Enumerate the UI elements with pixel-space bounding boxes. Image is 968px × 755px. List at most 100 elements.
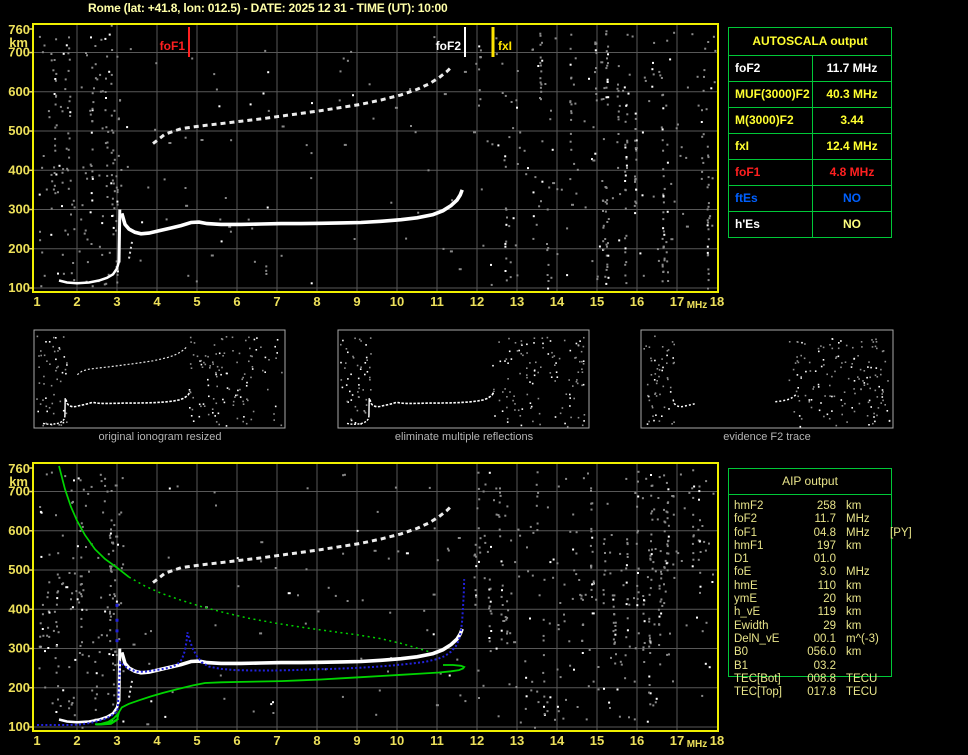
svg-text:1: 1	[33, 733, 40, 748]
grid	[33, 463, 718, 731]
svg-text:2: 2	[73, 294, 80, 309]
svg-text:10: 10	[390, 733, 404, 748]
aip-l: foE	[734, 566, 752, 579]
y-axis: 760700600500400300200100km	[8, 461, 33, 734]
top-ionogram: foF1 foF2 fxI760700600500400300200100km1 2 3…	[8, 22, 724, 311]
param-label: foF2	[729, 56, 813, 81]
foF2-marker-label: foF2	[436, 39, 462, 53]
svg-text:9: 9	[353, 733, 360, 748]
aip-v: 197	[816, 539, 836, 552]
aip-v: 20	[823, 593, 836, 606]
aip-u: TECU	[846, 672, 878, 685]
aip-v: 29	[823, 619, 836, 632]
aip-u: km	[846, 539, 862, 552]
scaled-trace-point	[115, 629, 119, 633]
svg-text:2: 2	[73, 733, 80, 748]
svg-text:6: 6	[233, 294, 240, 309]
param-value: 11.7 MHz	[826, 61, 878, 75]
aip-v: 258	[816, 500, 836, 512]
thumbnail-border	[33, 329, 286, 429]
table-row: MUF(3000)F2 40.3 MHz	[729, 82, 891, 108]
autoscala-output-panel: AUTOSCALA output foF2 11.7 MHz MUF(3000)…	[728, 27, 892, 238]
svg-text:7: 7	[273, 294, 280, 309]
aip-row: foF1 04.8 MHz [PY]	[734, 527, 914, 540]
param-label: MUF(3000)F2	[729, 82, 813, 107]
aip-l: hmE	[734, 579, 758, 592]
x-axis: 1 2 3 4 5 6 7 8 9 10 11 12 13 14 15 16 17 18MHz	[33, 294, 724, 311]
svg-text:4: 4	[153, 294, 161, 309]
svg-text:18: 18	[710, 733, 724, 748]
svg-text:3: 3	[113, 733, 120, 748]
svg-text:500: 500	[8, 123, 30, 138]
noise-speckle	[38, 24, 717, 290]
fxI-marker-label: fxI	[498, 39, 512, 53]
aip-l: TEC[Top]	[734, 686, 782, 699]
aip-row: ymE 20 km	[734, 593, 914, 606]
aip-u: km	[846, 606, 862, 619]
x-axis: 1 2 3 4 5 6 7 8 9 10 11 12 13 14 15 16 17 18MHz	[33, 733, 724, 750]
svg-text:km: km	[9, 35, 28, 50]
aip-row: hmF2 258 km	[734, 500, 914, 513]
svg-text:5: 5	[193, 733, 200, 748]
svg-text:12: 12	[470, 294, 484, 309]
aip-l: foF2	[734, 513, 758, 526]
svg-text:300: 300	[8, 202, 30, 217]
param-value: 40.3 MHz	[826, 87, 878, 101]
f-layer-trace	[120, 628, 464, 675]
aip-u: km	[846, 593, 862, 606]
ef-retardation-column	[117, 209, 122, 263]
aip-row: TEC[Bot] 008.8 TECU	[734, 673, 914, 686]
electron-density-profile	[94, 664, 466, 726]
aip-v: 04.8	[813, 526, 836, 539]
muf-curve-dotted	[128, 576, 430, 653]
aip-l: h_vE	[734, 606, 761, 619]
thumbnail-border	[337, 329, 590, 429]
aip-v: 03.2	[813, 659, 836, 672]
param-label: foF1	[729, 160, 813, 185]
aip-parameter-list: hmF2 258 km foF2 11.7 MHz foF1 04.8 MHz [PY] hmF1 1…	[734, 500, 914, 699]
svg-text:18: 18	[710, 294, 724, 309]
svg-text:3: 3	[113, 294, 120, 309]
aip-u: MHz	[846, 566, 870, 579]
svg-text:8: 8	[313, 294, 320, 309]
svg-text:7: 7	[273, 733, 280, 748]
f-layer-trace	[120, 189, 464, 236]
second-hop-trace	[152, 65, 454, 145]
svg-text:13: 13	[510, 733, 524, 748]
svg-text:10: 10	[390, 294, 404, 309]
aip-v: 119	[817, 606, 836, 619]
param-label: h'Es	[729, 212, 813, 237]
scaled-trace	[37, 579, 466, 726]
table-row: ftEs NO	[729, 186, 891, 212]
svg-text:1: 1	[33, 294, 40, 309]
svg-text:400: 400	[8, 601, 30, 616]
aip-l: Ewidth	[734, 619, 769, 632]
aip-row: TEC[Top] 017.8 TECU	[734, 686, 914, 699]
svg-text:15: 15	[590, 294, 604, 309]
svg-text:14: 14	[550, 294, 565, 309]
e-layer-trace	[58, 260, 121, 285]
aip-v: 00.1	[813, 632, 836, 645]
muf-curve-solid	[58, 465, 130, 578]
second-hop-trace	[152, 504, 454, 584]
aip-u: km	[846, 646, 862, 659]
aip-v: 110	[817, 579, 836, 592]
aip-u: km	[846, 579, 862, 592]
svg-text:13: 13	[510, 294, 524, 309]
aip-row: foE 3.0 MHz	[734, 566, 914, 579]
aip-l: hmF1	[734, 539, 764, 552]
trace-fragment	[128, 679, 134, 698]
table-row: foF2 11.7 MHz	[729, 56, 891, 82]
aip-l: foF1	[734, 526, 758, 539]
e-layer-trace	[58, 699, 121, 724]
aip-row: hmF1 197 km	[734, 540, 914, 553]
param-label: fxI	[729, 134, 813, 159]
aip-f: [PY]	[890, 526, 912, 539]
aip-l: hmF2	[734, 500, 764, 512]
aip-row: Ewidth 29 km	[734, 620, 914, 633]
thumbnail-border	[640, 329, 894, 429]
table-row: h'Es NO	[729, 212, 891, 237]
aip-v: 3.0	[820, 566, 836, 579]
aip-l: D1	[734, 553, 749, 566]
aip-row: h_vE 119 km	[734, 606, 914, 619]
